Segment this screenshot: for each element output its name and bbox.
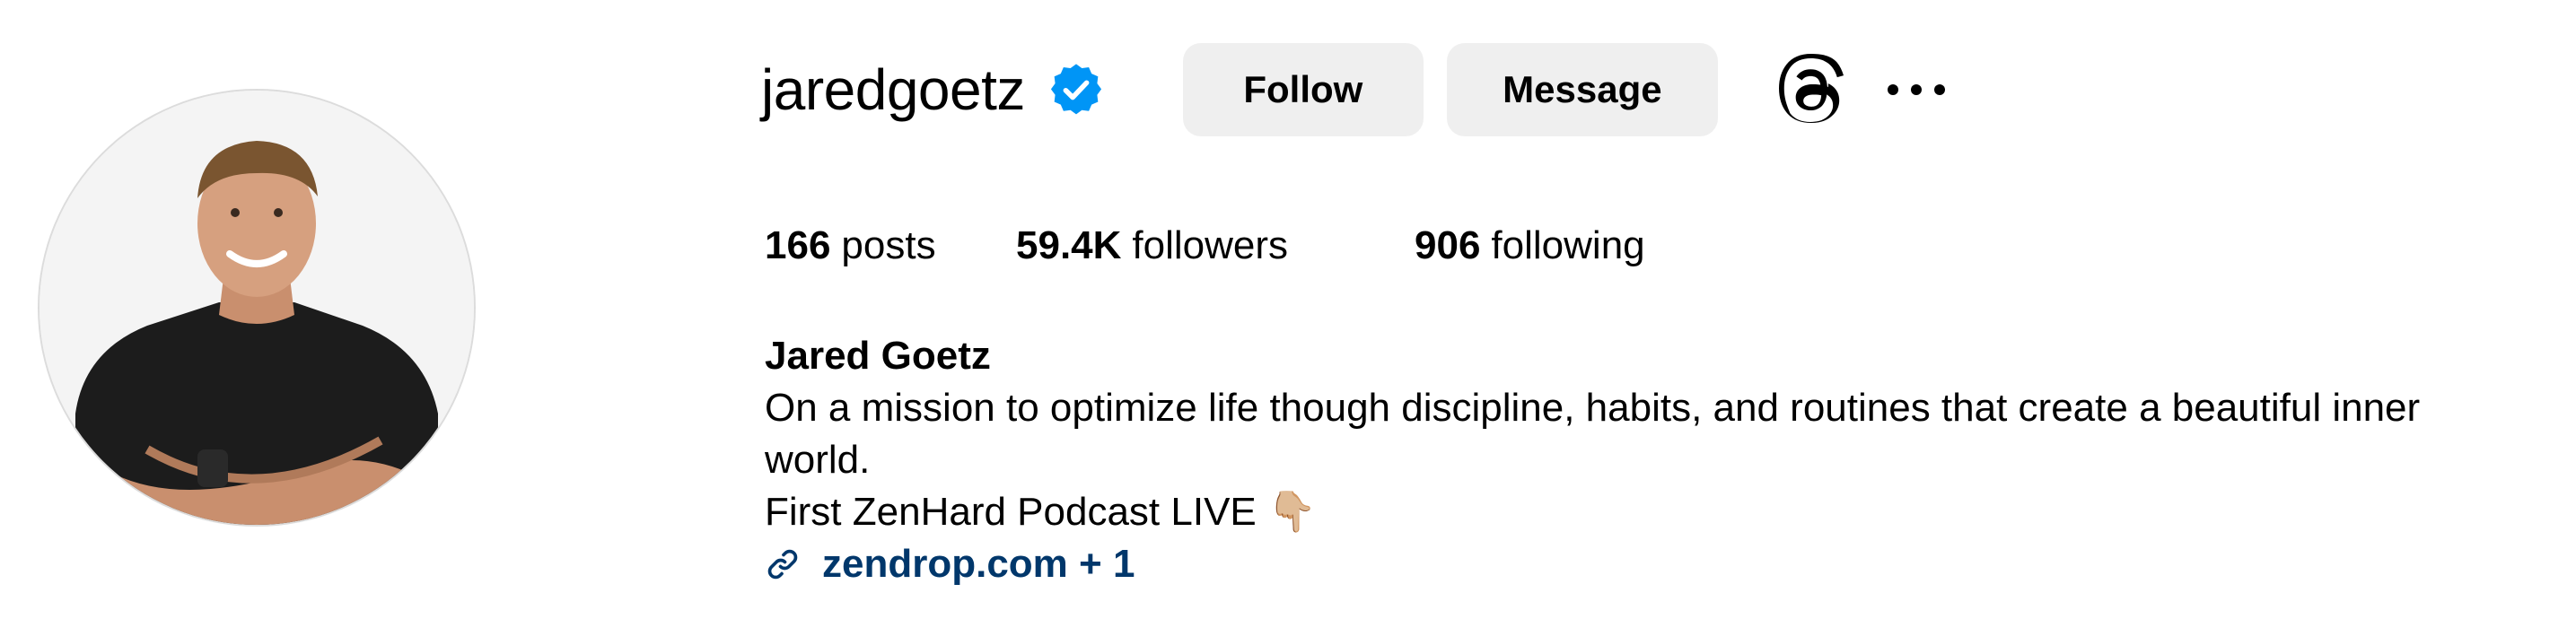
followers-link[interactable]: 59.4K followers bbox=[1016, 221, 1415, 271]
bio-link[interactable]: zendrop.com + 1 bbox=[765, 538, 2551, 590]
avatar[interactable] bbox=[39, 91, 474, 525]
bio-line: First ZenHard Podcast LIVE 👇🏼 bbox=[765, 490, 1317, 534]
following-count-value: 906 bbox=[1415, 223, 1481, 267]
username: jaredgoetz bbox=[761, 57, 1025, 122]
following-count-label: following bbox=[1491, 223, 1645, 267]
link-icon bbox=[767, 549, 798, 580]
posts-count-value: 166 bbox=[765, 223, 831, 267]
following-link[interactable]: 906 following bbox=[1415, 221, 1645, 271]
profile-stats: 166 posts 59.4K followers 906 following bbox=[765, 221, 1645, 271]
bio-link-text[interactable]: zendrop.com + 1 bbox=[822, 538, 1135, 590]
followers-count-value: 59.4K bbox=[1016, 223, 1122, 267]
profile-header: jaredgoetz Follow Message bbox=[761, 39, 1948, 140]
verified-badge-icon bbox=[1050, 64, 1101, 115]
bio-section: Jared Goetz On a mission to optimize lif… bbox=[765, 330, 2551, 590]
bio-line: On a mission to optimize life though dis… bbox=[765, 386, 2421, 430]
more-options-icon[interactable] bbox=[1885, 81, 1948, 99]
follow-button[interactable]: Follow bbox=[1182, 43, 1424, 136]
threads-icon[interactable] bbox=[1778, 54, 1847, 126]
posts-count-label: posts bbox=[841, 223, 936, 267]
message-button[interactable]: Message bbox=[1446, 43, 1718, 136]
profile-photo bbox=[39, 91, 474, 525]
full-name: Jared Goetz bbox=[765, 334, 991, 378]
posts-count: 166 posts bbox=[765, 221, 1016, 271]
bio-line: world. bbox=[765, 438, 871, 482]
followers-count-label: followers bbox=[1132, 223, 1289, 267]
